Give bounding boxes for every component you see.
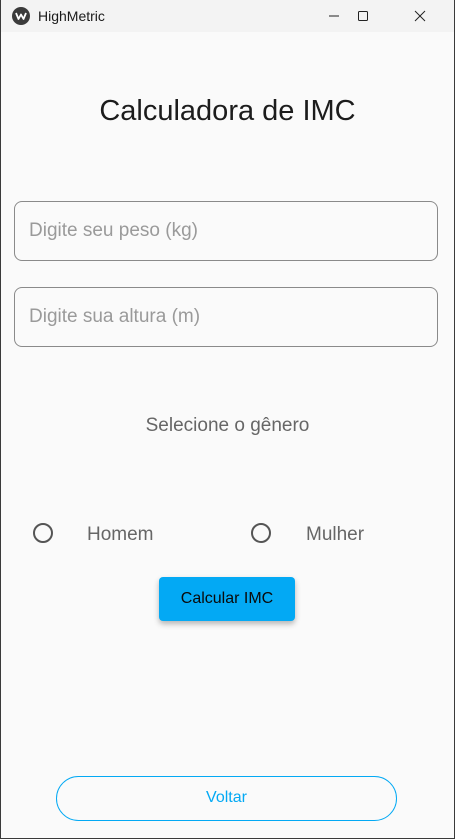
- calculate-bmi-button[interactable]: Calcular IMC: [159, 577, 295, 621]
- maximize-button[interactable]: [340, 0, 386, 32]
- app-window: HighMetric Calculadora de IMC Selecione …: [0, 0, 455, 839]
- radio-label-mulher[interactable]: Mulher: [306, 524, 364, 546]
- radio-mulher[interactable]: [251, 523, 271, 543]
- height-input[interactable]: [29, 288, 419, 345]
- radio-label-homem[interactable]: Homem: [87, 524, 154, 546]
- maximize-icon: [358, 11, 368, 21]
- weight-input[interactable]: [29, 202, 419, 259]
- height-field[interactable]: [14, 287, 438, 347]
- gender-prompt: Selecione o gênero: [145, 415, 310, 436]
- app-logo-icon: [12, 7, 30, 25]
- radio-homem[interactable]: [33, 523, 53, 543]
- page-title: Calculadora de IMC: [99, 95, 356, 127]
- title-bar[interactable]: HighMetric: [1, 0, 454, 32]
- weight-field[interactable]: [14, 201, 438, 261]
- back-button[interactable]: Voltar: [56, 776, 397, 821]
- close-button[interactable]: [397, 0, 443, 32]
- minimize-icon: [329, 15, 339, 17]
- window-title: HighMetric: [38, 8, 105, 24]
- close-icon: [414, 10, 426, 22]
